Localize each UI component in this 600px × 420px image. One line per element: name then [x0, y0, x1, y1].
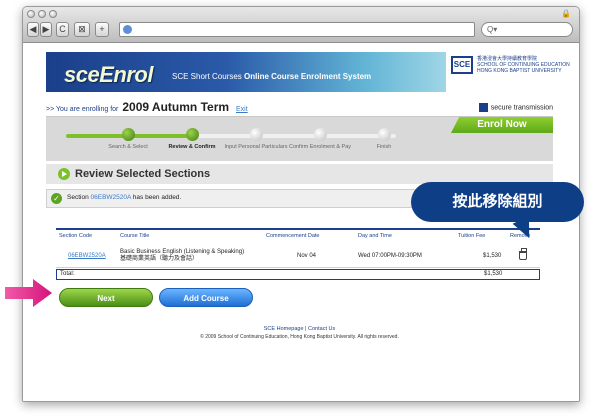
step-indicator-2 [185, 128, 199, 141]
system-title: SCE Short Courses Online Course Enrolmen… [172, 72, 372, 81]
enrol-now-banner: Enrol Now [451, 117, 553, 133]
share-button[interactable]: ⊠ [74, 22, 90, 37]
review-section-header: Review Selected Sections [46, 164, 553, 184]
sce-enrol-logo: sceEnrol [64, 62, 153, 87]
school-mark: SCE [451, 56, 473, 74]
total-label: Total: [60, 271, 75, 277]
globe-icon [123, 25, 132, 34]
search-field[interactable]: Q▾ [481, 22, 573, 37]
row-title-zh: 基礎商業英語（聽力及會話） [120, 256, 199, 262]
address-bar[interactable] [119, 22, 475, 37]
added-message: Section 06EBW2520A has been added. [67, 194, 182, 201]
trash-icon[interactable] [519, 248, 527, 260]
table-header: Section Code Course Title Commencement D… [56, 228, 540, 244]
enrolling-prefix: >> You are enrolling for [46, 106, 119, 113]
exit-link[interactable]: Exit [236, 106, 248, 113]
page-viewport: sceEnrol SCE Short Courses Online Course… [23, 44, 579, 401]
review-title: Review Selected Sections [75, 168, 211, 180]
secure-icon [478, 103, 488, 112]
step-label-2: Review & Confirm [168, 144, 216, 150]
col-commencement: Commencement Date [266, 233, 320, 239]
table-row: 06EBW2520A Basic Business English (Liste… [56, 245, 540, 268]
step-label-1: Search & Select [108, 144, 148, 150]
browser-toolbar: 🔒 ◀ ▶ C ⊠ + Q▾ [23, 7, 579, 43]
next-button[interactable]: Next [59, 288, 153, 307]
copyright-text: © 2009 School of Continuing Education, H… [200, 334, 399, 340]
header-banner: sceEnrol SCE Short Courses Online Course… [46, 52, 446, 92]
progress-track [66, 134, 396, 138]
lock-icon: 🔒 [561, 9, 571, 18]
check-icon: ✓ [51, 193, 62, 204]
close-window-button[interactable] [27, 10, 35, 18]
arrow-icon [5, 279, 52, 307]
new-tab-button[interactable]: + [95, 22, 109, 37]
reload-button[interactable]: C [56, 22, 69, 37]
school-logo: SCE 香港浸會大學持續教育學院 SCHOOL OF CONTINUING ED… [451, 56, 570, 78]
minimize-window-button[interactable] [38, 10, 46, 18]
step-indicator-1 [121, 128, 135, 141]
forward-button[interactable]: ▶ [40, 22, 52, 37]
step-label-5: Finish [376, 144, 392, 150]
row-day-time: Wed 07:00PM-09:30PM [358, 253, 422, 259]
total-row: Total: $1,530 [56, 269, 540, 280]
add-course-button[interactable]: Add Course [159, 288, 253, 307]
back-button[interactable]: ◀ [27, 22, 39, 37]
play-icon [58, 168, 70, 180]
step-indicator-4 [313, 128, 327, 141]
progress-steps: Enrol Now Search & Select Review & Confir… [46, 117, 553, 161]
col-section-code: Section Code [59, 233, 93, 239]
row-fee: $1,530 [483, 253, 502, 259]
total-amount: $1,530 [484, 271, 503, 277]
col-course-title: Course Title [120, 233, 150, 239]
remove-callout: 按此移除組別 [411, 182, 584, 222]
col-tuition-fee: Tuition Fee [458, 233, 486, 239]
sce-homepage-link[interactable]: SCE Homepage [264, 326, 304, 332]
row-section-code[interactable]: 06EBW2520A [68, 253, 106, 260]
secure-transmission: secure transmission [478, 103, 553, 112]
step-indicator-3 [249, 128, 263, 141]
footer-links: SCE Homepage | Contact Us [46, 326, 553, 332]
enrolling-term: >> You are enrolling for 2009 Autumn Ter… [46, 100, 248, 114]
school-name: 香港浸會大學持續教育學院 SCHOOL OF CONTINUING EDUCAT… [477, 56, 570, 74]
step-indicator-5 [377, 128, 391, 141]
step-label-4: Confirm Enrolment & Pay [288, 144, 352, 150]
zoom-window-button[interactable] [49, 10, 57, 18]
footer-separator: | [305, 326, 307, 332]
term-title: 2009 Autumn Term [122, 100, 230, 114]
row-commencement: Nov 04 [297, 253, 317, 259]
step-label-3: Input Personal Particulars [224, 144, 288, 150]
contact-us-link[interactable]: Contact Us [308, 326, 335, 332]
row-title-en: Basic Business English (Listening & Spea… [120, 249, 245, 255]
col-day-time: Day and Time [358, 233, 392, 239]
